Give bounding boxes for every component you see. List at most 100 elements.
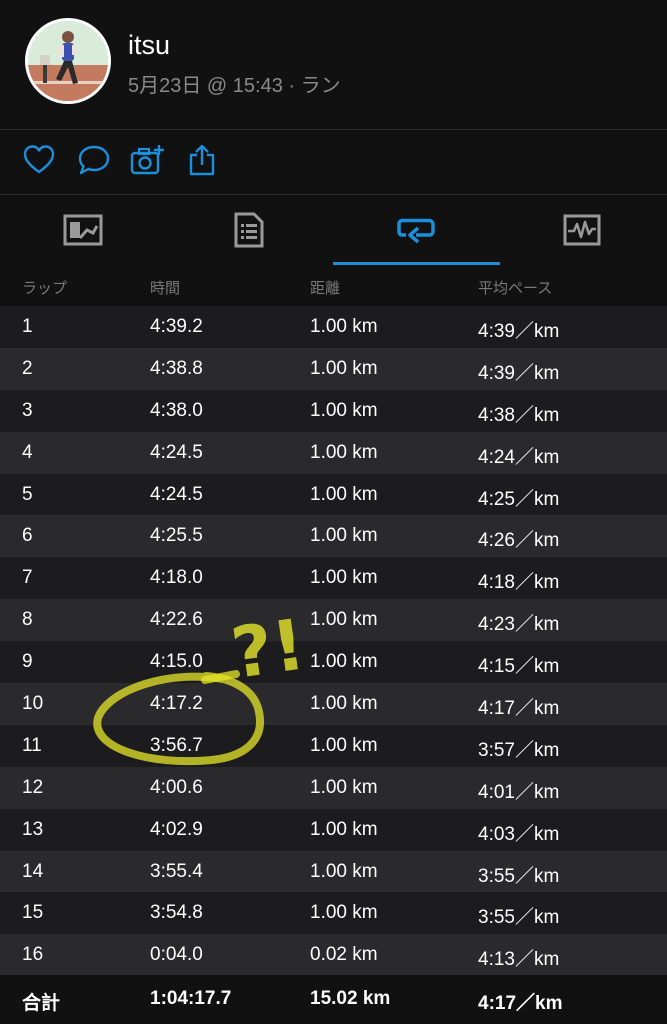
overview-icon xyxy=(63,214,103,246)
runner-photo xyxy=(28,21,108,101)
selected-tab-indicator xyxy=(333,262,500,265)
lap-time: 4:39.2 xyxy=(150,316,203,337)
lap-distance: 1.00 km xyxy=(310,734,378,756)
tab-details[interactable] xyxy=(166,195,332,265)
heart-icon[interactable] xyxy=(22,143,56,177)
column-header-lap: ラップ xyxy=(22,280,68,297)
table-row[interactable]: 3 4:38.0 1.00 km 4:38／km xyxy=(0,389,667,432)
column-header-distance: 距離 xyxy=(310,280,341,297)
lap-distance: 1.00 km xyxy=(310,525,378,547)
table-row[interactable]: 16 0:04.0 0.02 km 4:13／km xyxy=(0,934,667,977)
divider xyxy=(0,129,667,130)
lap-avg-pace: 4:01／km xyxy=(478,781,560,803)
action-bar xyxy=(0,131,667,193)
lap-avg-pace: 4:23／km xyxy=(478,614,560,636)
table-row[interactable]: 8 4:22.6 1.00 km 4:23／km xyxy=(0,599,667,642)
table-row[interactable]: 1 4:39.2 1.00 km 4:39／km xyxy=(0,306,667,348)
lap-avg-pace: 4:18／km xyxy=(478,572,560,594)
table-row[interactable]: 5 4:24.5 1.00 km 4:25／km xyxy=(0,473,667,516)
lap-avg-pace: 4:39／km xyxy=(478,362,560,384)
table-row[interactable]: 15 3:54.8 1.00 km 3:55／km xyxy=(0,892,667,935)
table-row[interactable]: 11 3:56.7 1.00 km 3:57／km xyxy=(0,724,667,767)
table-header: ラップ 時間 距離 平均ペース xyxy=(0,266,667,306)
share-icon[interactable] xyxy=(185,143,219,177)
lap-distance: 1.00 km xyxy=(310,567,378,589)
lap-time: 4:25.5 xyxy=(150,525,203,547)
tab-bar xyxy=(0,195,667,265)
lap-time: 4:24.5 xyxy=(150,441,203,463)
table-row[interactable]: 13 4:02.9 1.00 km 4:03／km xyxy=(0,808,667,851)
lap-number: 1 xyxy=(22,316,33,337)
lap-number: 3 xyxy=(22,399,33,421)
total-avg-pace: 4:17／km xyxy=(478,993,563,1014)
lap-number: 16 xyxy=(22,944,44,966)
lap-distance: 1.00 km xyxy=(310,860,378,882)
lap-avg-pace: 4:38／km xyxy=(478,404,560,426)
table-row[interactable]: 7 4:18.0 1.00 km 4:18／km xyxy=(0,557,667,600)
lap-number: 12 xyxy=(22,776,44,798)
tab-charts[interactable] xyxy=(499,195,665,265)
total-time: 1:04:17.7 xyxy=(150,988,232,1009)
lap-number: 8 xyxy=(22,609,33,631)
chart-icon xyxy=(563,214,601,246)
lap-time: 4:15.0 xyxy=(150,651,203,673)
lap-time: 4:38.8 xyxy=(150,357,203,379)
lap-avg-pace: 3:55／km xyxy=(478,907,560,929)
avatar[interactable] xyxy=(25,18,111,104)
lap-distance: 1.00 km xyxy=(310,399,378,421)
username[interactable]: itsu xyxy=(128,30,170,61)
lap-time: 3:55.4 xyxy=(150,860,203,882)
lap-time: 3:56.7 xyxy=(150,734,203,756)
lap-table: ラップ 時間 距離 平均ペース 1 4:39.2 1.00 km 4:39／km 2 4:… xyxy=(0,266,667,977)
lap-avg-pace: 4:39／km xyxy=(478,321,560,342)
add-photo-icon[interactable] xyxy=(130,143,164,177)
column-header-time: 時間 xyxy=(150,280,181,297)
lap-avg-pace: 3:57／km xyxy=(478,739,560,761)
lap-time: 4:00.6 xyxy=(150,776,203,798)
lap-number: 11 xyxy=(22,734,42,756)
lap-distance: 1.00 km xyxy=(310,357,378,379)
details-icon xyxy=(234,212,264,248)
lap-avg-pace: 4:13／km xyxy=(478,949,560,971)
lap-distance: 1.00 km xyxy=(310,776,378,798)
table-row[interactable]: 14 3:55.4 1.00 km 3:55／km xyxy=(0,850,667,893)
lap-avg-pace: 4:25／km xyxy=(478,488,560,510)
table-row[interactable]: 9 4:15.0 1.00 km 4:15／km xyxy=(0,641,667,684)
lap-time: 4:22.6 xyxy=(150,609,203,631)
lap-distance: 1.00 km xyxy=(310,609,378,631)
lap-distance: 1.00 km xyxy=(310,818,378,840)
tab-overview[interactable] xyxy=(0,195,166,265)
lap-avg-pace: 4:03／km xyxy=(478,823,560,845)
table-row[interactable]: 12 4:00.6 1.00 km 4:01／km xyxy=(0,766,667,809)
lap-avg-pace: 4:24／km xyxy=(478,446,560,468)
lap-distance: 1.00 km xyxy=(310,693,378,715)
lap-avg-pace: 3:55／km xyxy=(478,865,560,887)
lap-number: 4 xyxy=(22,441,33,463)
table-row[interactable]: 10 4:17.2 1.00 km 4:17／km xyxy=(0,683,667,725)
lap-time: 4:24.5 xyxy=(150,483,203,505)
lap-time: 4:18.0 xyxy=(150,567,203,589)
lap-time: 4:17.2 xyxy=(150,693,203,715)
lap-number: 14 xyxy=(22,860,44,882)
laps-icon xyxy=(397,218,435,244)
lap-avg-pace: 4:17／km xyxy=(478,698,560,720)
lap-number: 5 xyxy=(22,483,33,505)
lap-distance: 1.00 km xyxy=(310,651,378,673)
lap-number: 6 xyxy=(22,525,33,547)
lap-distance: 1.00 km xyxy=(310,316,378,337)
lap-number: 15 xyxy=(22,902,44,924)
table-row[interactable]: 4 4:24.5 1.00 km 4:24／km xyxy=(0,431,667,474)
lap-distance: 1.00 km xyxy=(310,441,378,463)
total-distance: 15.02 km xyxy=(310,988,391,1009)
table-row[interactable]: 6 4:25.5 1.00 km 4:26／km xyxy=(0,515,667,558)
lap-time: 0:04.0 xyxy=(150,944,203,966)
lap-avg-pace: 4:15／km xyxy=(478,656,560,678)
table-body: 1 4:39.2 1.00 km 4:39／km 2 4:38.8 1.00 km 4:39／… xyxy=(0,306,667,977)
lap-distance: 1.00 km xyxy=(310,902,378,924)
tab-laps[interactable] xyxy=(333,195,499,265)
comment-icon[interactable] xyxy=(77,143,111,177)
lap-number: 7 xyxy=(22,567,33,589)
total-label: 合計 xyxy=(22,993,61,1014)
table-row[interactable]: 2 4:38.8 1.00 km 4:39／km xyxy=(0,347,667,390)
lap-number: 9 xyxy=(22,651,33,673)
